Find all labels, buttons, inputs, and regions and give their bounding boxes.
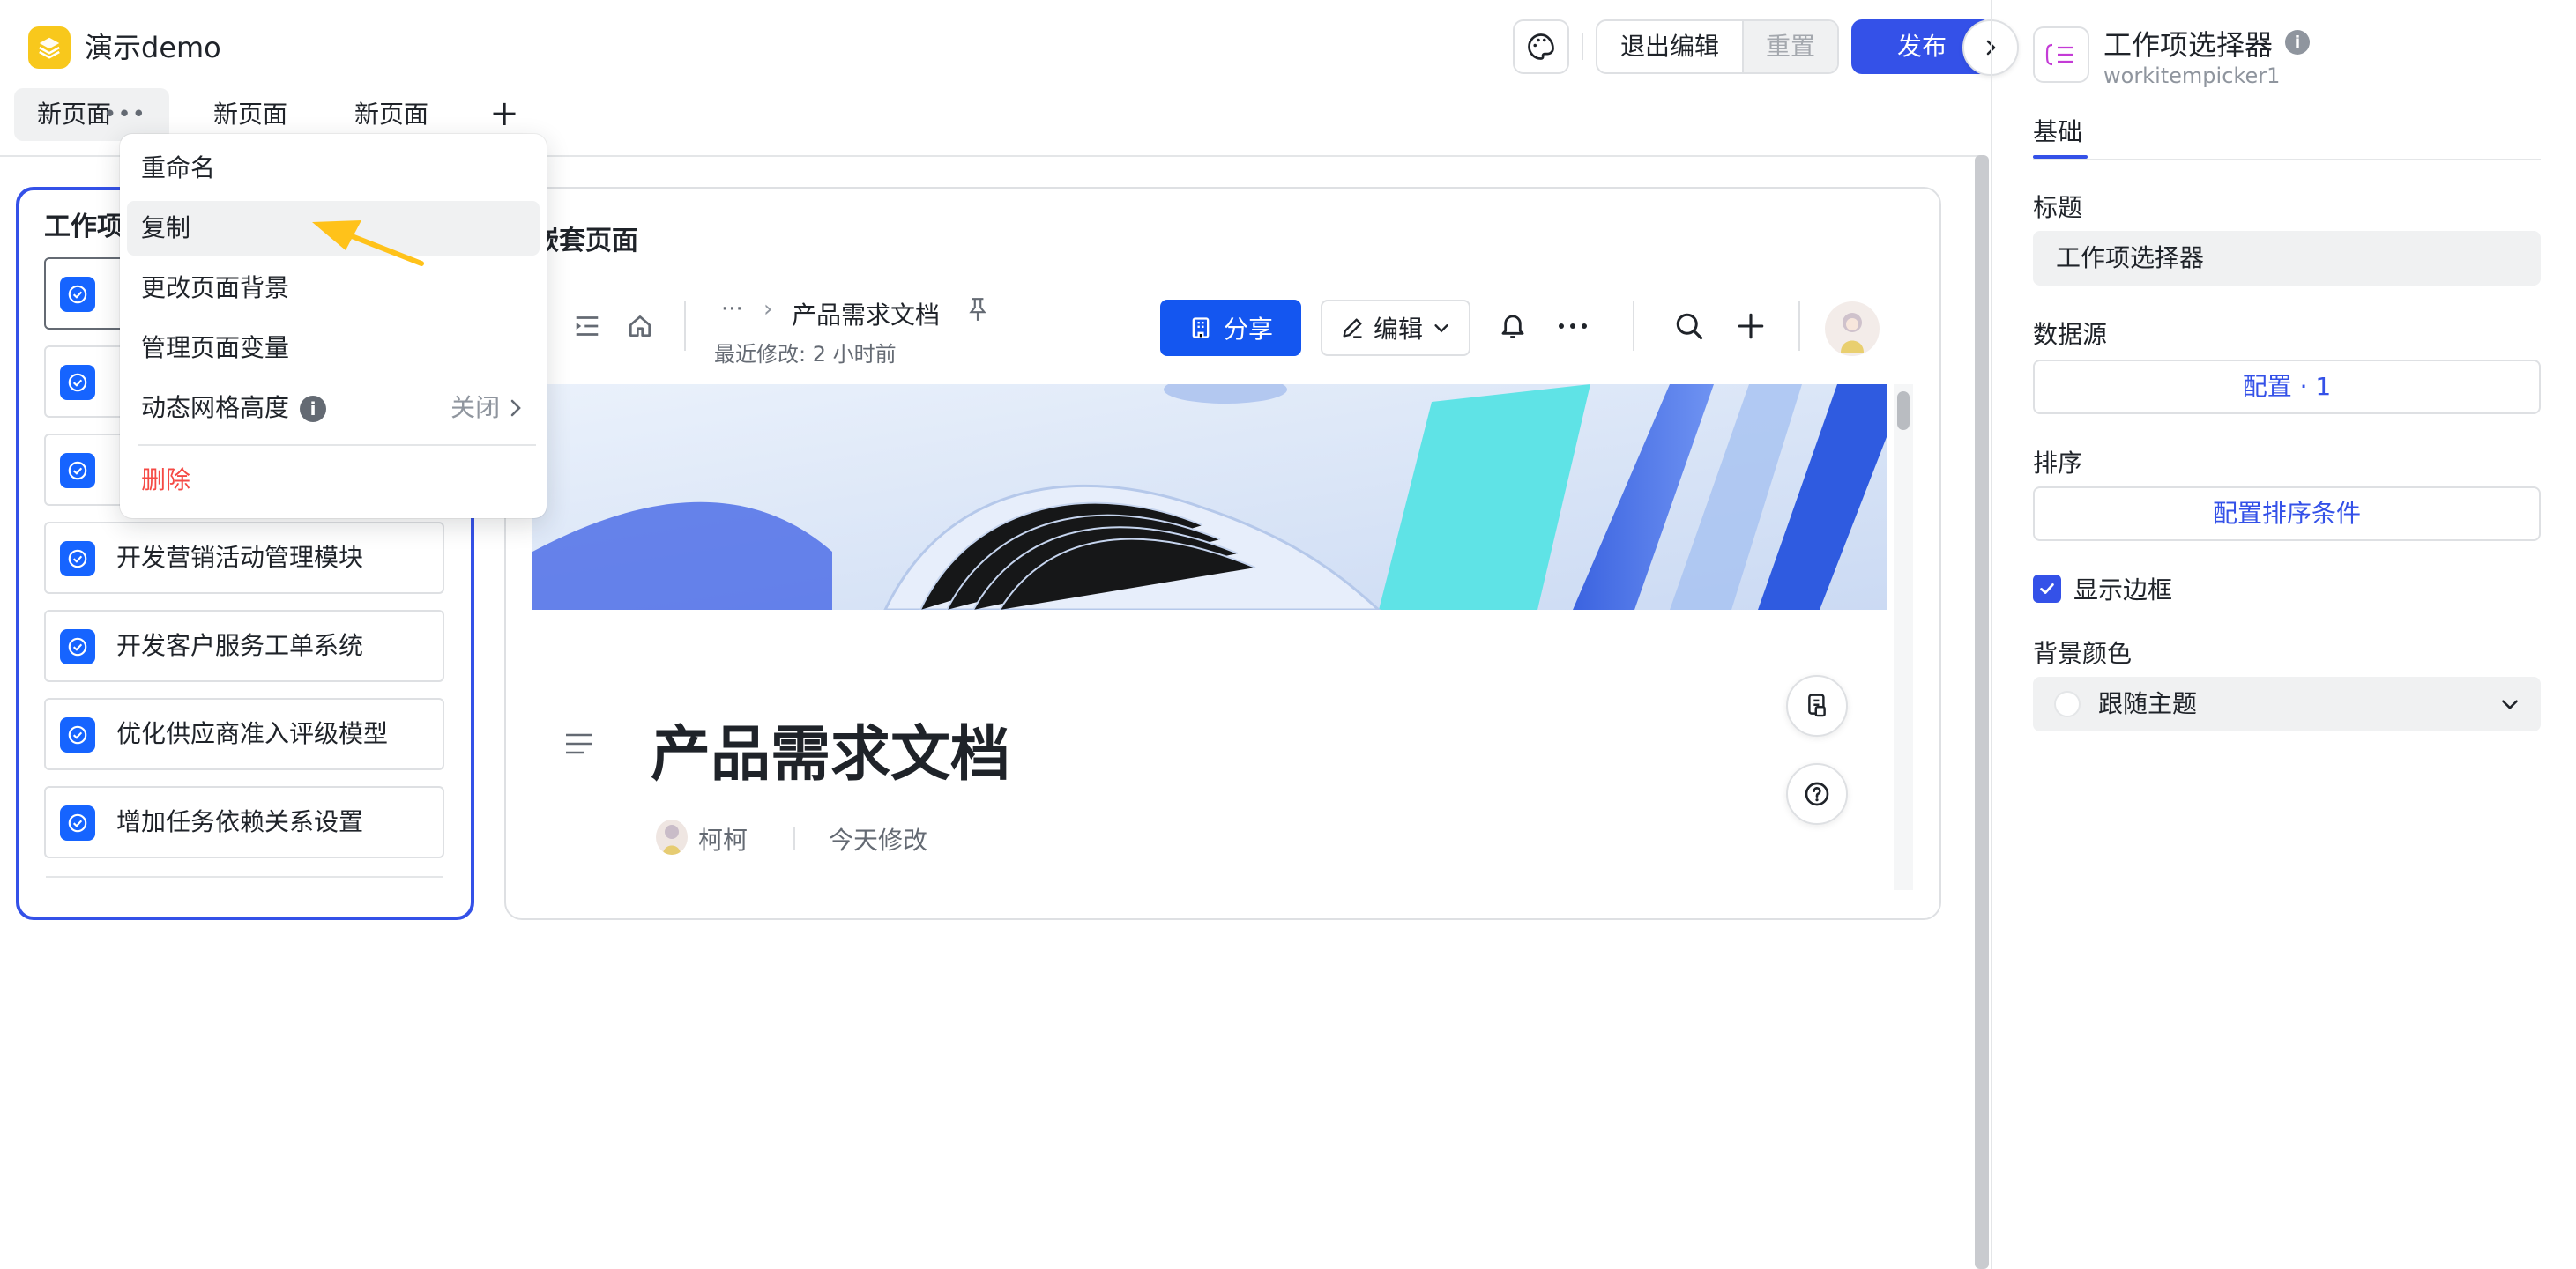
breadcrumb-more[interactable]: ··· — [721, 296, 743, 323]
outline-toggle-icon[interactable] — [571, 310, 603, 342]
title-label: 标题 — [2033, 193, 2083, 222]
embedded-page-title: 嵌套页面 — [532, 226, 638, 256]
doc-copy-icon[interactable] — [1786, 675, 1848, 737]
configure-sort-button[interactable]: 配置排序条件 — [2033, 486, 2541, 541]
doc-scrollbar-thumb[interactable] — [1897, 391, 1910, 430]
pointer-arrow-icon — [310, 215, 425, 268]
edit-button-group: 退出编辑 重置 — [1596, 19, 1839, 74]
toolbar-divider — [1582, 33, 1583, 60]
list-item[interactable]: 优化供应商准入评级模型 — [44, 698, 444, 770]
work-item-list-title: 工作项 — [44, 212, 123, 242]
user-avatar[interactable] — [1825, 301, 1880, 356]
chevron-down-icon — [2502, 700, 2518, 710]
menu-divider — [138, 444, 536, 446]
bg-color-label: 背景颜色 — [2033, 639, 2133, 668]
last-modified-text: 最近修改: 2 小时前 — [714, 342, 897, 367]
datasource-label: 数据源 — [2033, 320, 2108, 349]
page-tab-3[interactable]: 新页面 — [354, 88, 428, 141]
more-icon[interactable]: ••• — [103, 88, 146, 141]
doc-toolbar-divider — [684, 301, 686, 351]
panel-divider — [1991, 0, 1992, 1269]
list-item[interactable]: 增加任务依赖关系设置 — [44, 786, 444, 858]
menu-item-rename[interactable]: 重命名 — [127, 141, 540, 196]
bg-color-value: 跟随主题 — [2098, 689, 2198, 718]
reset-button[interactable]: 重置 — [1742, 21, 1837, 72]
app-logo — [28, 26, 71, 69]
title-input[interactable]: 工作项选择器 — [2033, 231, 2541, 286]
list-item-label: 开发客户服务工单系统 — [116, 631, 364, 660]
list-item-label: 增加任务依赖关系设置 — [116, 807, 364, 836]
outline-icon[interactable] — [564, 731, 594, 756]
component-name: 工作项选择器 — [2103, 28, 2274, 62]
canvas-scrollbar[interactable] — [1975, 155, 1989, 1269]
chevron-right-icon — [510, 399, 521, 417]
menu-item-change-background[interactable]: 更改页面背景 — [127, 261, 540, 315]
theme-button[interactable] — [1513, 19, 1569, 74]
check-circle-icon — [60, 541, 95, 576]
check-circle-icon — [60, 629, 95, 664]
doc-cover-banner — [532, 384, 1887, 610]
page-tab-1[interactable]: 新页面 ••• — [14, 88, 169, 141]
search-icon[interactable] — [1671, 308, 1707, 344]
color-swatch — [2054, 691, 2081, 717]
check-icon — [2040, 583, 2054, 594]
author-avatar — [656, 820, 688, 855]
doc-scrollbar-track — [1894, 384, 1913, 890]
list-divider — [46, 876, 443, 878]
pencil-icon — [1343, 318, 1362, 338]
work-item-picker-icon — [2033, 26, 2089, 83]
page-tab-2[interactable]: 新页面 — [213, 88, 287, 141]
breadcrumb-doc-name[interactable]: 产品需求文档 — [792, 296, 940, 331]
bg-color-select[interactable]: 跟随主题 — [2033, 677, 2541, 731]
layers-icon — [39, 37, 60, 59]
check-circle-icon — [60, 805, 95, 841]
chevron-down-icon — [1434, 324, 1448, 333]
share-button[interactable]: 分享 — [1160, 300, 1301, 356]
share-button-label: 分享 — [1223, 315, 1273, 344]
doc-heading: 产品需求文档 — [651, 720, 1011, 790]
bell-icon[interactable] — [1495, 308, 1530, 344]
help-icon[interactable] — [1786, 763, 1848, 825]
check-circle-icon — [60, 717, 95, 753]
doc-toolbar-divider — [1798, 301, 1800, 351]
edit-doc-button[interactable]: 编辑 — [1321, 300, 1470, 356]
show-border-checkbox[interactable] — [2033, 575, 2061, 603]
page-tab-label: 新页面 — [37, 100, 112, 129]
check-circle-icon — [60, 277, 95, 312]
component-id: workitempicker1 — [2103, 63, 2281, 88]
doc-edited-time: 今天修改 — [829, 826, 928, 855]
list-item-label: 开发营销活动管理模块 — [116, 543, 364, 572]
list-item[interactable]: 开发客户服务工单系统 — [44, 610, 444, 682]
list-item[interactable]: 开发营销活动管理模块 — [44, 522, 444, 594]
add-page-icon[interactable]: + — [487, 92, 522, 136]
configure-datasource-button[interactable]: 配置 · 1 — [2033, 360, 2541, 414]
check-circle-icon — [60, 453, 95, 488]
doc-meta-divider — [793, 827, 795, 850]
plus-icon[interactable] — [1733, 308, 1768, 344]
edit-doc-label: 编辑 — [1373, 315, 1423, 344]
palette-icon — [1528, 33, 1554, 60]
tab-basic[interactable]: 基础 — [2033, 113, 2082, 148]
menu-item-delete[interactable]: 删除 — [127, 453, 540, 508]
doc-toolbar-divider — [1633, 301, 1634, 351]
menu-item-manage-variables[interactable]: 管理页面变量 — [127, 321, 540, 375]
menu-item-value: 关闭 — [450, 381, 524, 435]
home-icon[interactable] — [624, 310, 656, 342]
menu-item-dynamic-grid-height[interactable]: 动态网格高度 i 关闭 — [127, 381, 540, 435]
exit-edit-button[interactable]: 退出编辑 — [1597, 21, 1742, 72]
app-title: 演示demo — [85, 31, 221, 64]
info-icon[interactable]: i — [2285, 30, 2310, 55]
building-icon — [1192, 317, 1210, 338]
list-item-label: 优化供应商准入评级模型 — [116, 719, 389, 748]
more-horizontal-icon[interactable] — [1555, 308, 1590, 344]
info-icon: i — [300, 396, 327, 422]
tab-divider — [2033, 159, 2541, 160]
sort-label: 排序 — [2033, 449, 2083, 478]
check-circle-icon — [60, 365, 95, 400]
show-border-label: 显示边框 — [2073, 575, 2173, 605]
menu-item-label: 动态网格高度 — [141, 393, 290, 422]
pin-icon[interactable] — [966, 296, 989, 323]
doc-author[interactable]: 柯柯 — [698, 821, 748, 857]
breadcrumb-chevron-icon: › — [763, 296, 773, 323]
